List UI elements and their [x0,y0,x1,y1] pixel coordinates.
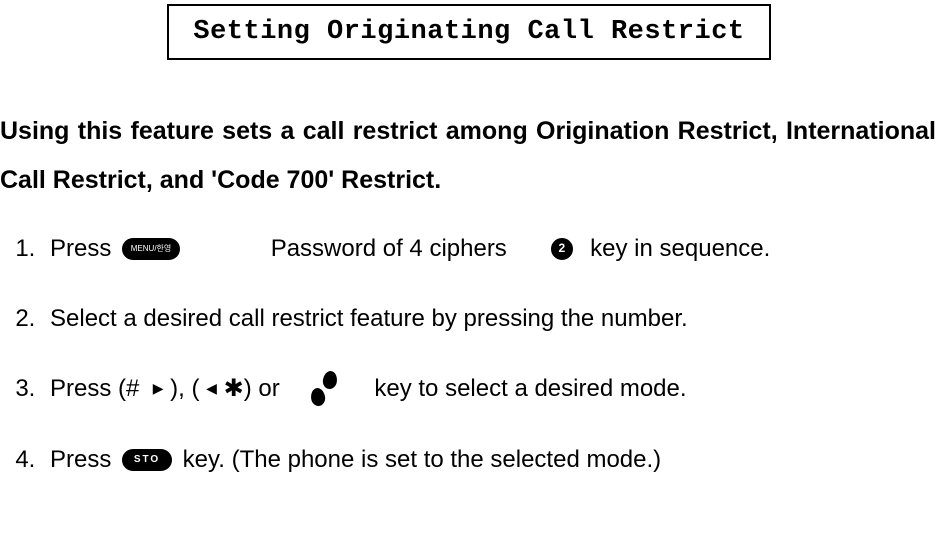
left-triangle-icon: ◀ [206,379,217,399]
menu-key-icon: MENU/한영 [122,238,180,260]
page-title: Setting Originating Call Restrict [193,17,744,47]
step3-text-a: Press (# [50,372,153,406]
step-4: Press STO key. (The phone is set to the … [42,443,936,477]
step-3: Press (# ▶ ), ( ◀ ✱) or key to select a … [42,371,936,407]
step1-text-a: Press [50,232,118,266]
step3-text-c: ✱) or [217,372,300,406]
right-triangle-icon: ▶ [153,379,164,399]
intro-paragraph: Using this feature sets a call restrict … [0,107,936,205]
intro-text: Using this feature sets a call restrict … [0,117,936,194]
circled-2-icon: 2 [551,238,573,260]
step4-text-a: Press [50,443,118,477]
step4-text-b: key. (The phone is set to the selected m… [176,443,661,477]
circled-2-label: 2 [558,240,565,257]
step3-text-d: key to select a desired mode. [348,372,687,406]
menu-key-label: MENU/한영 [131,243,172,254]
sto-key-label: STO [134,453,160,467]
step3-text-b: ), ( [163,372,206,406]
step1-text-b: Password of 4 ciphers [184,232,547,266]
steps-list: Press MENU/한영 Password of 4 ciphers 2 ke… [0,232,936,513]
step-2: Select a desired call restrict feature b… [42,302,936,336]
step-1: Press MENU/한영 Password of 4 ciphers 2 ke… [42,232,936,266]
sto-key-icon: STO [122,449,172,471]
nav-key-icon [306,371,342,407]
step2-text: Select a desired call restrict feature b… [50,305,688,332]
document-page: Setting Originating Call Restrict Using … [0,0,936,545]
title-box: Setting Originating Call Restrict [167,4,771,60]
step1-text-c: key in sequence. [577,232,770,266]
